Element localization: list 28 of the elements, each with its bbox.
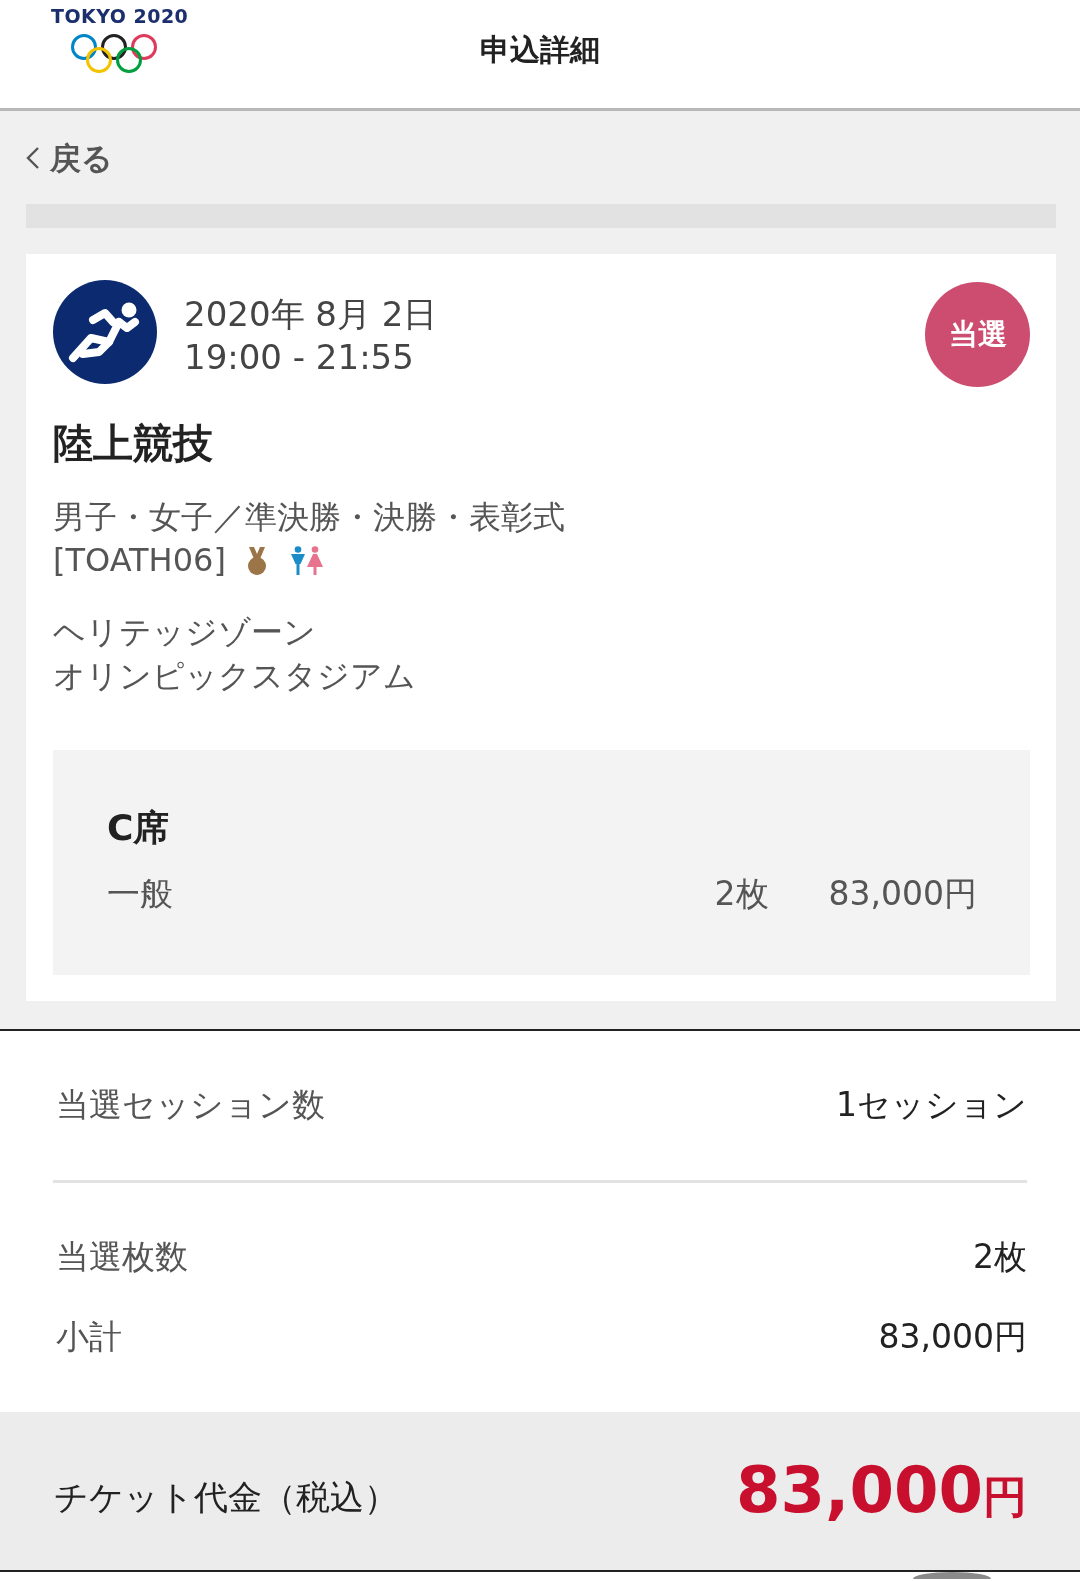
ticket-type: 一般 — [107, 873, 174, 915]
summary-value: 2枚 — [973, 1236, 1027, 1278]
total-label: チケット代金（税込） — [54, 1476, 398, 1519]
session-time: 19:00 - 21:55 — [184, 336, 415, 379]
venue-name: オリンピックスタジアム — [53, 656, 416, 697]
session-description: 男子・女子／準決勝・決勝・表彰式 — [53, 497, 565, 538]
summary-label: 当選セッション数 — [56, 1084, 325, 1126]
session-date: 2020年 8月 2日 — [184, 293, 439, 336]
summary-label: 小計 — [56, 1316, 122, 1358]
medal-icon — [245, 545, 268, 576]
seat-class: C席 — [107, 806, 170, 850]
ticket-count: 2枚 — [714, 873, 769, 915]
chevron-left-icon — [26, 146, 40, 170]
venue-name: ヘリテッジゾーン — [53, 612, 316, 653]
logo-text: TOKYO 2020 — [51, 4, 189, 28]
summary-label: 当選枚数 — [56, 1236, 188, 1278]
total-amount: 83,000円 — [736, 1455, 1027, 1527]
man-woman-icon — [289, 545, 324, 576]
page-title: 申込詳細 — [480, 31, 600, 69]
summary-value: 1セッション — [836, 1084, 1027, 1126]
summary-value: 83,000円 — [878, 1316, 1027, 1358]
session-code: [TOATH06] — [53, 540, 226, 581]
runner-icon — [53, 280, 157, 384]
sport-title: 陸上競技 — [53, 419, 213, 468]
olympic-rings-icon — [70, 33, 158, 75]
status-badge: 当選 — [925, 282, 1030, 387]
back-link[interactable]: 戻る — [26, 138, 113, 178]
ticket-price: 83,000円 — [828, 873, 977, 915]
